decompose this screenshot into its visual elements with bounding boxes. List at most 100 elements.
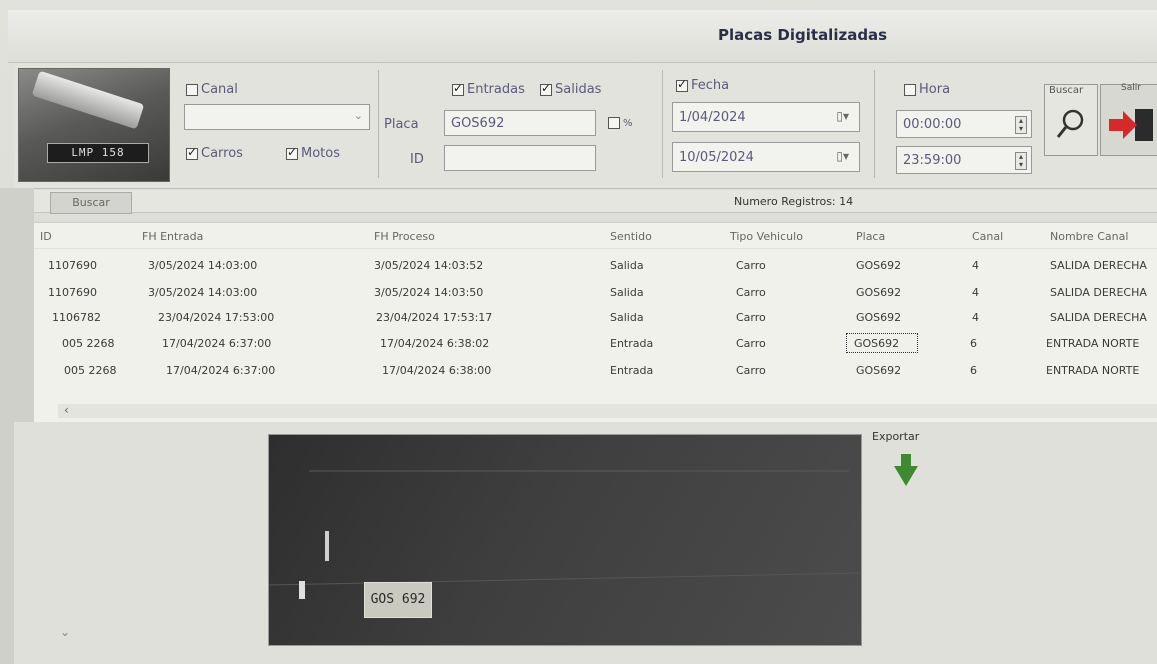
cell-sentido[interactable]: Salida (610, 311, 644, 324)
window-title: Placas Digitalizadas (718, 26, 888, 44)
cell-canal[interactable]: 6 (970, 337, 977, 350)
search-button[interactable]: Buscar (1044, 84, 1098, 156)
column-header-canal[interactable]: Canal (972, 230, 1003, 243)
column-header-tipo-vehiculo[interactable]: Tipo Vehiculo (730, 230, 803, 243)
exit-arrow-icon (1109, 109, 1153, 141)
cell-fh-proceso[interactable]: 17/04/2024 6:38:00 (382, 364, 491, 377)
checkbox-box (452, 81, 464, 96)
cell-id[interactable]: 1107690 (48, 259, 97, 272)
column-header-fh-proceso[interactable]: FH Proceso (374, 230, 435, 243)
cell-sentido[interactable]: Salida (610, 286, 644, 299)
spinner-icon[interactable]: ▴ ▾ (1015, 152, 1027, 170)
placa-label: Placa (384, 117, 419, 132)
photo-plate-text: GOS 692 (364, 582, 432, 618)
checkbox-box (186, 83, 198, 96)
cell-sentido[interactable]: Salida (610, 259, 644, 272)
divider (378, 70, 379, 178)
cell-nombre-canal[interactable]: ENTRADA NORTE (1046, 364, 1139, 377)
column-header-placa[interactable]: Placa (856, 230, 885, 243)
results-header-bar (14, 190, 1157, 213)
hora-desde-input[interactable]: 00:00:00 ▴ ▾ (896, 110, 1032, 138)
divider (874, 70, 875, 178)
checkbox-box (676, 77, 688, 92)
cell-canal[interactable]: 4 (972, 286, 979, 299)
cell-fh-proceso[interactable]: 23/04/2024 17:53:17 (376, 311, 492, 324)
checkbox-box (186, 145, 198, 160)
photo-texture (269, 470, 861, 599)
cell-id[interactable]: 005 2268 (64, 364, 117, 377)
cell-placa[interactable]: GOS692 (856, 364, 901, 377)
checkbox-box (904, 83, 916, 96)
cell-nombre-canal[interactable]: SALIDA DERECHA (1050, 311, 1147, 324)
chevron-down-icon[interactable]: ⌄ (60, 625, 70, 639)
spinner-icon[interactable]: ▴ ▾ (1015, 116, 1027, 134)
cell-tipo-vehiculo[interactable]: Carro (736, 286, 766, 299)
calendar-icon[interactable]: ▯▾ (836, 149, 849, 163)
search-button-label: Buscar (1049, 85, 1084, 96)
exit-button[interactable]: Salir (1100, 83, 1157, 156)
cell-tipo-vehiculo[interactable]: Carro (736, 311, 766, 324)
cell-placa[interactable]: GOS692 (856, 286, 901, 299)
cell-id[interactable]: 1107690 (48, 286, 97, 299)
checkbox-box (286, 145, 298, 160)
cell-canal[interactable]: 4 (972, 259, 979, 272)
entradas-checkbox[interactable]: Entradas (452, 81, 525, 97)
canal-select[interactable]: ⌄ (184, 104, 370, 130)
cell-fh-entrada[interactable]: 23/04/2024 17:53:00 (158, 311, 274, 324)
column-header-fh-entrada[interactable]: FH Entrada (142, 230, 203, 243)
carros-checkbox[interactable]: Carros (186, 145, 243, 161)
percent-label: % (623, 117, 633, 129)
hora-hasta-input[interactable]: 23:59:00 ▴ ▾ (896, 146, 1032, 174)
column-header-sentido[interactable]: Sentido (610, 230, 652, 243)
cell-fh-entrada[interactable]: 17/04/2024 6:37:00 (162, 337, 271, 350)
placa-value: GOS692 (451, 115, 505, 131)
app-window: Placas Digitalizadas LMP 158 Canal ⌄ Car… (0, 0, 1157, 664)
cell-fh-entrada[interactable]: 3/05/2024 14:03:00 (148, 259, 257, 272)
record-count: Numero Registros: 14 (734, 195, 854, 208)
calendar-icon[interactable]: ▯▾ (836, 109, 849, 123)
canal-checkbox[interactable]: Canal (186, 82, 238, 97)
cell-fh-entrada[interactable]: 3/05/2024 14:03:00 (148, 286, 257, 299)
fecha-desde-value: 1/04/2024 (679, 109, 746, 125)
motos-checkbox[interactable]: Motos (286, 145, 340, 161)
fecha-hasta-value: 10/05/2024 (679, 149, 754, 165)
cell-nombre-canal[interactable]: SALIDA DERECHA (1050, 286, 1147, 299)
cell-placa[interactable]: GOS692 (856, 259, 901, 272)
hora-checkbox[interactable]: Hora (904, 82, 950, 97)
column-header-id[interactable]: ID (40, 230, 52, 243)
cell-fh-proceso[interactable]: 17/04/2024 6:38:02 (380, 337, 489, 350)
cell-fh-entrada[interactable]: 17/04/2024 6:37:00 (166, 364, 275, 377)
column-header-nombre-canal[interactable]: Nombre Canal (1050, 230, 1128, 243)
cell-sentido[interactable]: Entrada (610, 337, 653, 350)
cell-tipo-vehiculo[interactable]: Carro (736, 337, 766, 350)
cell-canal[interactable]: 4 (972, 311, 979, 324)
horizontal-scrollbar[interactable] (58, 404, 1157, 418)
cell-nombre-canal[interactable]: ENTRADA NORTE (1046, 337, 1139, 350)
salidas-checkbox[interactable]: Salidas (540, 81, 601, 97)
placa-input[interactable]: GOS692 (444, 110, 596, 136)
cell-tipo-vehiculo[interactable]: Carro (736, 364, 766, 377)
cell-id[interactable]: 1106782 (52, 311, 101, 324)
tab-buscar[interactable]: Buscar (50, 192, 132, 214)
camera-icon (31, 70, 145, 130)
cell-fh-proceso[interactable]: 3/05/2024 14:03:52 (374, 259, 483, 272)
id-input[interactable] (444, 145, 596, 171)
cell-placa[interactable]: GOS692 (854, 337, 899, 350)
hora-label: Hora (919, 82, 951, 97)
fecha-checkbox[interactable]: Fecha (676, 77, 729, 93)
cell-fh-proceso[interactable]: 3/05/2024 14:03:50 (374, 286, 483, 299)
fecha-desde-input[interactable]: 1/04/2024 ▯▾ (672, 102, 860, 132)
checkbox-box (540, 81, 552, 96)
row-divider (34, 248, 1157, 249)
percent-checkbox[interactable]: % (608, 117, 633, 129)
cell-id[interactable]: 005 2268 (62, 337, 115, 350)
cell-tipo-vehiculo[interactable]: Carro (736, 259, 766, 272)
cell-placa[interactable]: GOS692 (856, 311, 901, 324)
cell-nombre-canal[interactable]: SALIDA DERECHA (1050, 259, 1147, 272)
title-bar (8, 10, 1157, 63)
cell-sentido[interactable]: Entrada (610, 364, 653, 377)
download-arrow-icon-head[interactable] (894, 466, 918, 486)
cell-canal[interactable]: 6 (970, 364, 977, 377)
chevron-left-icon[interactable]: ‹ (64, 403, 69, 417)
fecha-hasta-input[interactable]: 10/05/2024 ▯▾ (672, 142, 860, 172)
